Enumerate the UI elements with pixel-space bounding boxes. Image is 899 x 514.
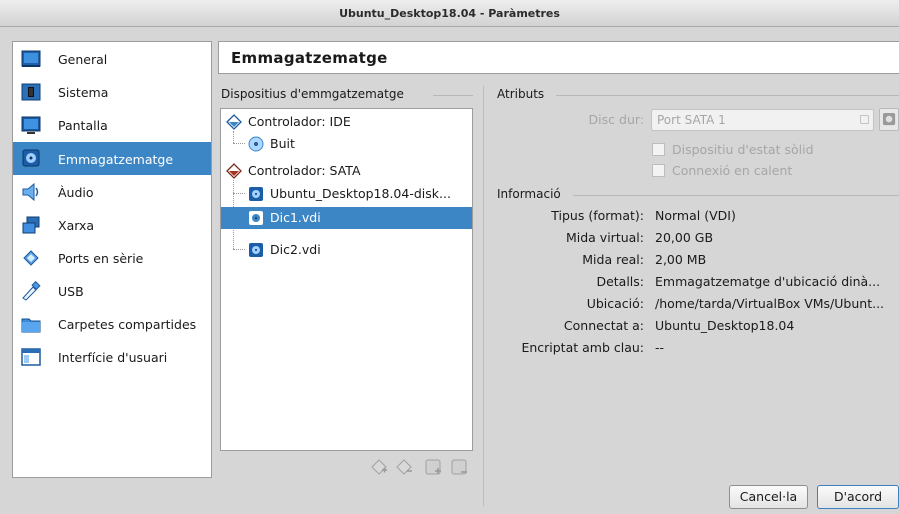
- storage-disk-icon: [22, 149, 40, 167]
- info-value-attached-to: Ubuntu_Desktop18.04: [655, 318, 795, 333]
- sidebar-item-audio[interactable]: Àudio: [13, 177, 211, 207]
- info-value-encrypted: --: [655, 340, 665, 355]
- sidebar-item-label: USB: [58, 284, 84, 299]
- info-label-type: Tipus (format):: [551, 208, 644, 223]
- attributes-group-title: Atributs: [497, 87, 545, 101]
- controller-icon: [226, 114, 242, 130]
- tree-item-label: Dic2.vdi: [270, 242, 321, 257]
- info-value-virtual-size: 20,00 GB: [655, 230, 714, 245]
- tree-connector: [233, 143, 245, 144]
- sidebar-item-serial-ports[interactable]: Ports en sèrie: [13, 243, 211, 273]
- sidebar-item-general[interactable]: General: [13, 44, 211, 74]
- settings-window: General Sistema Pantalla Emmagatzematge …: [0, 28, 899, 514]
- info-label-virtual-size: Mida virtual:: [565, 230, 644, 245]
- ssd-checkbox[interactable]: [652, 143, 665, 156]
- hard-disk-icon: [882, 112, 896, 126]
- sidebar-item-label: Xarxa: [58, 218, 95, 233]
- sidebar-item-system[interactable]: Sistema: [13, 77, 211, 107]
- info-label-details: Detalls:: [596, 274, 644, 289]
- sidebar-item-usb[interactable]: USB: [13, 276, 211, 306]
- sidebar-item-label: General: [58, 52, 108, 67]
- tree-item-label: Dic1.vdi: [270, 210, 321, 225]
- user-interface-icon: [21, 348, 41, 366]
- info-value-actual-size: 2,00 MB: [655, 252, 707, 267]
- tree-item-ide-controller[interactable]: Controlador: IDE: [226, 111, 466, 133]
- tree-item-label: Buit: [270, 136, 295, 151]
- hard-disk-icon: [249, 211, 263, 225]
- tree-connector: [233, 193, 245, 194]
- storage-tree[interactable]: Controlador: IDE Buit Controlador: SATA …: [220, 108, 473, 451]
- info-label-attached-to: Connectat a:: [563, 318, 644, 333]
- sidebar-item-label: Àudio: [58, 185, 94, 200]
- system-chip-icon: [21, 83, 41, 101]
- info-label-encrypted: Encriptat amb clau:: [521, 340, 644, 355]
- information-group-divider: [573, 195, 899, 196]
- panel-splitter[interactable]: [483, 86, 484, 506]
- window-title: Ubuntu_Desktop18.04 - Paràmetres: [0, 0, 899, 27]
- add-controller-icon[interactable]: [371, 459, 388, 476]
- usb-icon: [22, 281, 41, 301]
- sidebar-item-label: Emmagatzematge: [58, 152, 174, 167]
- information-group-title: Informació: [497, 187, 561, 201]
- info-value-location: /home/tarda/VirtualBox VMs/Ubunt...: [655, 296, 885, 311]
- hard-disk-label: Disc dur:: [588, 112, 644, 127]
- tree-item-label: Controlador: SATA: [248, 163, 361, 178]
- hard-disk-port-value: Port SATA 1: [657, 113, 726, 127]
- hard-disk-port-select[interactable]: Port SATA 1: [651, 109, 874, 131]
- tree-item-sata-controller[interactable]: Controlador: SATA: [226, 160, 466, 182]
- remove-attachment-icon[interactable]: [451, 459, 468, 476]
- hotplug-checkbox[interactable]: [652, 164, 665, 177]
- tree-item-disk[interactable]: Dic2.vdi: [248, 239, 468, 261]
- cancel-button[interactable]: Cancel·la: [729, 485, 808, 509]
- hard-disk-icon: [249, 187, 263, 201]
- hard-disk-icon: [249, 243, 263, 257]
- tree-connector: [233, 131, 234, 143]
- tree-item-empty-optical[interactable]: Buit: [248, 133, 468, 155]
- serial-port-icon: [23, 250, 39, 266]
- page-header: Emmagatzematge: [218, 41, 899, 74]
- devices-group-divider: [433, 95, 473, 96]
- sidebar-item-label: Pantalla: [58, 118, 108, 133]
- hotplug-label: Connexió en calent: [672, 163, 793, 178]
- attributes-group-divider: [556, 95, 899, 96]
- category-list[interactable]: General Sistema Pantalla Emmagatzematge …: [12, 41, 212, 478]
- sidebar-item-label: Ports en sèrie: [58, 251, 144, 266]
- tree-item-label: Controlador: IDE: [248, 114, 351, 129]
- tree-item-disk[interactable]: Ubuntu_Desktop18.04-disk...: [248, 183, 468, 205]
- choose-disk-button[interactable]: [879, 108, 899, 131]
- info-label-location: Ubicació:: [586, 296, 644, 311]
- info-value-type: Normal (VDI): [655, 208, 736, 223]
- add-attachment-icon[interactable]: [425, 459, 442, 476]
- network-icon: [22, 216, 40, 234]
- general-icon: [21, 50, 41, 67]
- devices-group-title: Dispositius d'emmgatzematge: [221, 87, 404, 101]
- info-value-details: Emmagatzematge d'ubicació dinà...: [655, 274, 881, 289]
- shared-folder-icon: [21, 318, 41, 333]
- sidebar-item-label: Sistema: [58, 85, 109, 100]
- ok-button[interactable]: D'acord: [817, 485, 899, 509]
- sidebar-item-label: Interfície d'usuari: [58, 350, 168, 365]
- tree-connector: [233, 249, 245, 250]
- info-label-actual-size: Mida real:: [582, 252, 644, 267]
- remove-controller-icon[interactable]: [396, 459, 413, 476]
- sidebar-item-shared-folders[interactable]: Carpetes compartides: [13, 309, 211, 339]
- sidebar-item-label: Carpetes compartides: [58, 317, 197, 332]
- page-title: Emmagatzematge: [231, 49, 388, 67]
- sidebar-item-storage[interactable]: Emmagatzematge: [13, 142, 211, 175]
- sidebar-item-user-interface[interactable]: Interfície d'usuari: [13, 342, 211, 372]
- ssd-label: Dispositiu d'estat sòlid: [672, 142, 814, 157]
- optical-disc-icon: [248, 136, 264, 152]
- tree-item-disk-selected[interactable]: Dic1.vdi: [221, 207, 472, 229]
- tree-item-label: Ubuntu_Desktop18.04-disk...: [270, 186, 451, 201]
- speaker-icon: [22, 182, 39, 202]
- display-monitor-icon: [21, 116, 41, 134]
- sidebar-item-network[interactable]: Xarxa: [13, 210, 211, 240]
- sidebar-item-display[interactable]: Pantalla: [13, 110, 211, 140]
- controller-icon: [226, 163, 242, 179]
- chevron-down-icon: [860, 115, 869, 124]
